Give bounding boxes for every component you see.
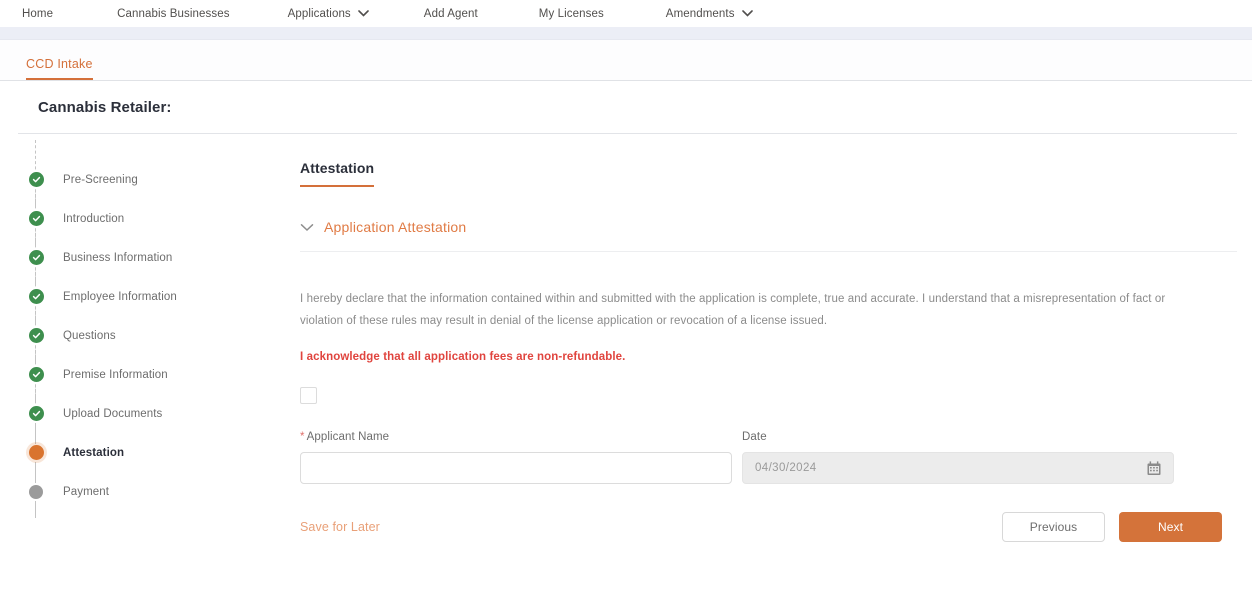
applicant-name-field-group: * Applicant Name	[300, 431, 732, 484]
stepper-item-label: Business Information	[63, 251, 173, 264]
accordion-application-attestation[interactable]: Application Attestation	[300, 219, 1237, 235]
accordion-divider	[300, 251, 1237, 252]
date-field-group: Date 04/30/2024	[742, 431, 1174, 484]
step-status-icon-done	[27, 170, 45, 189]
stepper-item-label: Introduction	[63, 212, 125, 225]
stepper-item-employee-information[interactable]: Employee Information	[27, 257, 300, 323]
chevron-down-icon	[741, 10, 753, 17]
previous-button[interactable]: Previous	[1002, 512, 1105, 542]
next-button-label: Next	[1157, 520, 1184, 534]
form-actions: Save for Later Previous Next	[300, 512, 1237, 542]
stepper-item-upload-documents[interactable]: Upload Documents	[27, 374, 300, 440]
section-title: Attestation	[300, 160, 375, 187]
nav-item-add-agent[interactable]: Add Agent	[424, 8, 478, 20]
nav-item-home[interactable]: Home	[22, 8, 53, 20]
calendar-icon[interactable]	[1147, 460, 1161, 476]
step-status-icon-current	[27, 443, 45, 462]
nav-item-label: Applications	[287, 7, 351, 20]
tab-bar: CCD Intake	[0, 40, 1252, 81]
stepper-item-attestation[interactable]: Attestation	[27, 413, 300, 479]
progress-stepper: Pre-Screening Introduction Business Info…	[0, 140, 300, 542]
save-for-later-link[interactable]: Save for Later	[300, 520, 380, 534]
form-fields: * Applicant Name Date 04/30/2024	[300, 431, 1237, 484]
nav-item-label: Home	[22, 7, 54, 20]
chevron-down-icon	[300, 223, 314, 232]
navigation-buttons: Previous Next	[1002, 512, 1222, 542]
applicant-name-label: * Applicant Name	[300, 431, 732, 443]
next-button[interactable]: Next	[1119, 512, 1222, 542]
previous-button-label: Previous	[1029, 520, 1078, 534]
step-status-icon-pending	[27, 482, 45, 501]
nav-separator-strip	[0, 27, 1252, 40]
stepper-item-pre-screening[interactable]: Pre-Screening	[27, 140, 300, 206]
stepper-item-premise-information[interactable]: Premise Information	[27, 335, 300, 401]
stepper-item-introduction[interactable]: Introduction	[27, 179, 300, 245]
declaration-text: I hereby declare that the information co…	[300, 293, 1166, 327]
nav-item-my-licenses[interactable]: My Licenses	[539, 8, 604, 20]
applicant-name-label-text: Applicant Name	[306, 431, 390, 443]
nav-item-label: Add Agent	[423, 7, 478, 20]
stepper-item-questions[interactable]: Questions	[27, 296, 300, 362]
nav-item-label: Cannabis Businesses	[117, 7, 230, 20]
step-status-icon-done	[27, 365, 45, 384]
stepper-item-label: Employee Information	[63, 290, 177, 303]
acknowledgement-checkbox-row	[300, 387, 1237, 404]
nav-item-amendments[interactable]: Amendments	[666, 8, 753, 20]
step-status-icon-done	[27, 404, 45, 423]
content-area: Pre-Screening Introduction Business Info…	[0, 134, 1252, 542]
stepper-item-payment[interactable]: Payment	[27, 452, 300, 518]
applicant-name-input[interactable]	[300, 452, 732, 484]
date-value: 04/30/2024	[755, 462, 817, 474]
acknowledgement-text: I acknowledge that all application fees …	[300, 351, 626, 363]
page-title-bar: Cannabis Retailer:	[0, 81, 1252, 133]
step-status-icon-done	[27, 248, 45, 267]
nav-item-cannabis-businesses[interactable]: Cannabis Businesses	[117, 8, 230, 20]
required-asterisk: *	[300, 431, 305, 443]
nav-item-applications[interactable]: Applications	[288, 8, 369, 20]
nav-item-label: My Licenses	[538, 7, 604, 20]
nav-item-label: Amendments	[665, 7, 735, 20]
step-status-icon-done	[27, 209, 45, 228]
stepper-item-label: Pre-Screening	[63, 173, 138, 186]
step-status-icon-done	[27, 326, 45, 345]
tab-label: CCD Intake	[26, 57, 93, 71]
stepper-item-label: Premise Information	[63, 368, 168, 381]
acknowledgement-checkbox[interactable]	[300, 387, 317, 404]
step-status-icon-done	[27, 287, 45, 306]
date-label: Date	[742, 431, 767, 443]
page-title: Cannabis Retailer:	[38, 98, 172, 116]
stepper-item-label: Upload Documents	[63, 407, 163, 420]
stepper-item-business-information[interactable]: Business Information	[27, 218, 300, 284]
stepper-item-label: Payment	[63, 485, 110, 498]
stepper-item-label: Attestation	[63, 446, 125, 459]
accordion-label: Application Attestation	[324, 219, 467, 235]
chevron-down-icon	[357, 10, 369, 17]
date-input[interactable]: 04/30/2024	[742, 452, 1174, 484]
tab-ccd-intake[interactable]: CCD Intake	[26, 57, 93, 80]
top-navigation: Home Cannabis Businesses Applications Ad…	[0, 0, 1252, 27]
attestation-panel: Attestation Application Attestation I he…	[300, 160, 1252, 542]
stepper-item-label: Questions	[63, 329, 116, 342]
